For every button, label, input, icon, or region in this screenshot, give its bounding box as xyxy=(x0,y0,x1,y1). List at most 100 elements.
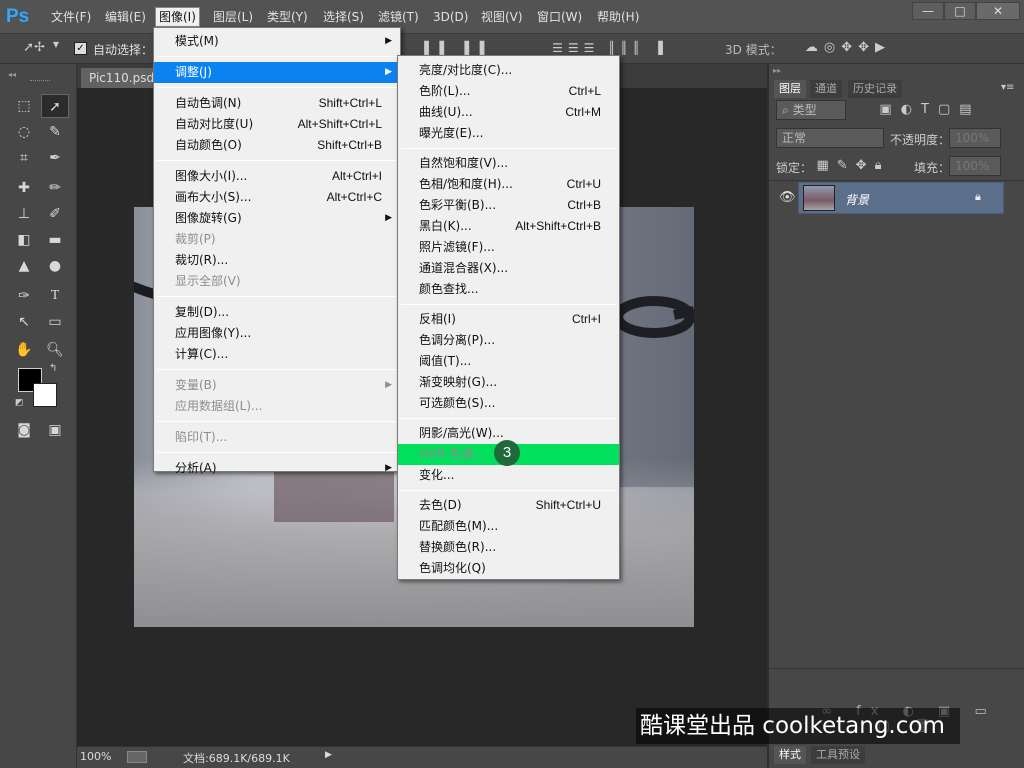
hand-tool-icon[interactable]: ✋ xyxy=(10,338,38,362)
history-brush-tool-icon[interactable]: ✐ xyxy=(41,202,69,226)
layer-row-background[interactable]: 👁︎ 背景 🔒︎ xyxy=(779,182,1004,214)
crop-tool-icon[interactable]: ⌗ xyxy=(10,146,38,170)
menu-file[interactable]: 文件(F) xyxy=(48,8,94,26)
chevron-down-icon[interactable]: ▼ xyxy=(50,40,62,49)
quick-mask-icon[interactable]: ◙ xyxy=(10,418,38,442)
layer-filter-select[interactable]: ⌕ 类型 xyxy=(776,100,846,120)
eraser-tool-icon[interactable]: ◧ xyxy=(10,228,38,252)
adjust-menu-item-5[interactable]: 自然饱和度(V)... xyxy=(398,153,619,174)
zoom-level[interactable]: 100% xyxy=(80,750,111,763)
tab-tool-presets[interactable]: 工具预设 xyxy=(811,746,865,764)
eyedropper-tool-icon[interactable]: ✒ xyxy=(41,146,69,170)
image-menu-item-15[interactable]: 复制(D)... xyxy=(154,302,400,323)
menu-3d[interactable]: 3D(D) xyxy=(430,8,471,26)
blend-mode-select[interactable]: 正常 xyxy=(776,128,884,148)
menu-help[interactable]: 帮助(H) xyxy=(594,8,642,26)
image-menu-item-4[interactable]: 自动色调(N) Shift+Ctrl+L xyxy=(154,93,400,114)
document-tab[interactable]: Pic110.psd @ xyxy=(81,68,159,88)
menu-type[interactable]: 类型(Y) xyxy=(264,8,311,26)
adjust-menu-item-8[interactable]: 黑白(K)... Alt+Shift+Ctrl+B xyxy=(398,216,619,237)
marquee-tool-icon[interactable]: ⬚ xyxy=(10,94,38,118)
image-menu-item-12[interactable]: 裁切(R)... xyxy=(154,250,400,271)
adjust-menu-item-26[interactable]: 色调均化(Q) xyxy=(398,558,619,579)
panel-menu-icon[interactable]: ▾≡ xyxy=(1001,82,1014,93)
menu-edit[interactable]: 编辑(E) xyxy=(102,8,149,26)
menu-image[interactable]: 图像(I) xyxy=(155,7,200,27)
image-menu-item-2[interactable]: 调整(J) ▶ xyxy=(154,62,400,83)
move-tool-icon[interactable]: ➚ xyxy=(41,94,69,118)
healing-brush-tool-icon[interactable]: ✚ xyxy=(10,176,38,200)
image-menu-item-5[interactable]: 自动对比度(U) Alt+Shift+Ctrl+L xyxy=(154,114,400,135)
pen-tool-icon[interactable]: ✑ xyxy=(10,284,38,308)
adjust-menu-item-7[interactable]: 色彩平衡(B)... Ctrl+B xyxy=(398,195,619,216)
layer-filter-icons[interactable]: ▣◐T▢▤ xyxy=(865,102,995,117)
adjust-menu-item-2[interactable]: 曲线(U)... Ctrl+M xyxy=(398,102,619,123)
auto-select-checkbox[interactable]: ✓ xyxy=(74,42,87,55)
menu-select[interactable]: 选择(S) xyxy=(320,8,367,26)
image-menu-item-9[interactable]: 画布大小(S)... Alt+Ctrl+C xyxy=(154,187,400,208)
dodge-tool-icon[interactable]: ● xyxy=(41,254,69,278)
status-preview-icon[interactable] xyxy=(127,751,147,763)
collapse-icon[interactable]: ◂◂ xyxy=(8,70,16,79)
image-menu-item-6[interactable]: 自动颜色(O) Shift+Ctrl+B xyxy=(154,135,400,156)
menu-filter[interactable]: 滤镜(T) xyxy=(375,8,422,26)
lasso-tool-icon[interactable]: ◌ xyxy=(10,120,38,144)
blur-tool-icon[interactable]: ▲ xyxy=(10,254,38,278)
image-menu-item-10[interactable]: 图像旋转(G) ▶ xyxy=(154,208,400,229)
status-menu-arrow-icon[interactable]: ▶ xyxy=(325,750,332,760)
tab-styles[interactable]: 样式 xyxy=(774,746,806,764)
rectangle-tool-icon[interactable]: ▭ xyxy=(41,310,69,334)
path-select-tool-icon[interactable]: ↖ xyxy=(10,310,38,334)
menu-layer[interactable]: 图层(L) xyxy=(210,8,256,26)
type-tool-icon[interactable]: T xyxy=(41,284,69,308)
gradient-tool-icon[interactable]: ▬ xyxy=(41,228,69,252)
image-menu-item-16[interactable]: 应用图像(Y)... xyxy=(154,323,400,344)
minimize-button[interactable]: — xyxy=(912,2,944,20)
restore-button[interactable]: □ xyxy=(944,2,976,20)
adjust-menu-item-21[interactable]: 变化... xyxy=(398,465,619,486)
image-menu-item-0[interactable]: 模式(M) ▶ xyxy=(154,31,400,52)
adjust-menu-item-0[interactable]: 亮度/对比度(C)... xyxy=(398,60,619,81)
default-colors-icon[interactable]: ◩ xyxy=(15,398,24,408)
tab-layers[interactable]: 图层 xyxy=(774,80,806,98)
expand-panels-icon[interactable]: ▸▸ xyxy=(773,66,781,75)
adjust-menu-item-16[interactable]: 渐变映射(G)... xyxy=(398,372,619,393)
fill-input[interactable]: 100% xyxy=(949,156,1001,176)
align-icons[interactable]: ▐▐ ▐▐ xyxy=(405,41,505,55)
image-menu-item-17[interactable]: 计算(C)... xyxy=(154,344,400,365)
adjust-menu-item-14[interactable]: 色调分离(P)... xyxy=(398,330,619,351)
screen-mode-icon[interactable]: ▣ xyxy=(41,418,69,442)
quick-select-tool-icon[interactable]: ✎ xyxy=(41,120,69,144)
eye-icon[interactable]: 👁︎ xyxy=(779,190,796,205)
lock-icons[interactable]: ▦✎✥🔒︎ xyxy=(813,158,893,173)
adjust-menu-item-9[interactable]: 照片滤镜(F)... xyxy=(398,237,619,258)
background-color-swatch[interactable] xyxy=(33,383,57,407)
adjust-menu-item-1[interactable]: 色阶(L)... Ctrl+L xyxy=(398,81,619,102)
3d-mode-icons[interactable]: ☁◎✥✥▶ xyxy=(788,40,908,55)
menu-window[interactable]: 窗口(W) xyxy=(534,8,585,26)
adjust-menu-item-11[interactable]: 颜色查找... xyxy=(398,279,619,300)
adjust-menu-item-24[interactable]: 匹配颜色(M)... xyxy=(398,516,619,537)
zoom-tool-icon[interactable]: 🔍︎ xyxy=(41,338,69,362)
adjust-menu-item-15[interactable]: 阈值(T)... xyxy=(398,351,619,372)
tab-channels[interactable]: 通道 xyxy=(810,80,842,98)
image-menu-item-8[interactable]: 图像大小(I)... Alt+Ctrl+I xyxy=(154,166,400,187)
clone-stamp-tool-icon[interactable]: ⊥ xyxy=(10,202,38,226)
close-button[interactable]: ✕ xyxy=(976,2,1020,20)
adjust-menu-item-3[interactable]: 曝光度(E)... xyxy=(398,123,619,144)
move-tool-preset-icon[interactable]: ➚✢ xyxy=(22,40,46,55)
brush-tool-icon[interactable]: ✏ xyxy=(41,176,69,200)
menu-view[interactable]: 视图(V) xyxy=(478,8,526,26)
adjust-menu-item-10[interactable]: 通道混合器(X)... xyxy=(398,258,619,279)
image-menu-item-24[interactable]: 分析(A) ▶ xyxy=(154,458,400,479)
opacity-input[interactable]: 100% xyxy=(949,128,1001,148)
adjust-menu-item-23[interactable]: 去色(D) Shift+Ctrl+U xyxy=(398,495,619,516)
adjust-menu-item-25[interactable]: 替换颜色(R)... xyxy=(398,537,619,558)
adjust-menu-item-6[interactable]: 色相/饱和度(H)... Ctrl+U xyxy=(398,174,619,195)
adjust-menu-item-13[interactable]: 反相(I) Ctrl+I xyxy=(398,309,619,330)
tab-history[interactable]: 历史记录 xyxy=(848,80,902,98)
layer-name[interactable]: 背景 xyxy=(845,191,869,208)
distribute-icons[interactable]: ☰☰☰ ║║║ ▐ xyxy=(515,41,705,55)
swap-colors-icon[interactable]: ↰ xyxy=(49,363,57,374)
adjust-menu-item-17[interactable]: 可选颜色(S)... xyxy=(398,393,619,414)
